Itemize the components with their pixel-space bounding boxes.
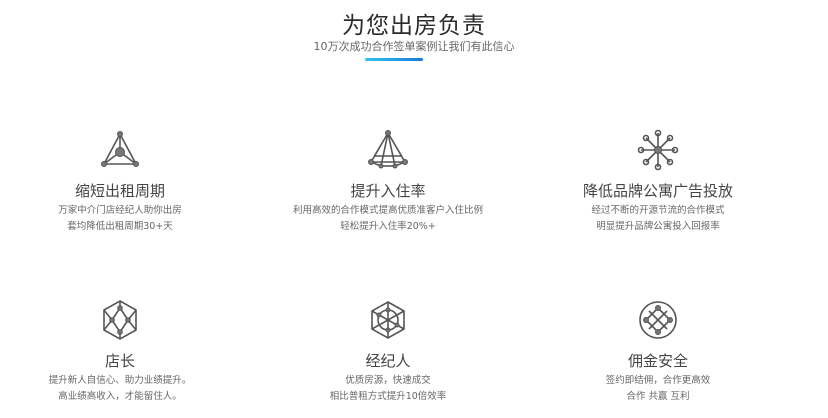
- section-subtitle: 10万次成功合作签单案例让我们有此信心: [313, 40, 515, 53]
- feature-reduce-ad-spend: 降低品牌公寓广告投放 经过不断的开源节流的合作模式 明显提升品牌公寓投入回报率: [528, 128, 788, 233]
- feature-title: 经纪人: [365, 352, 411, 370]
- feature-shorten-rental-cycle: 缩短出租周期 万家中介门店经纪人助你出房 套均降低出租周期30+天: [0, 128, 250, 233]
- section-title: 为您出房负责: [342, 13, 486, 39]
- feature-desc-line: 明显提升品牌公寓投入回报率: [596, 221, 720, 232]
- feature-desc-line: 相比普租方式提升10倍效率: [329, 391, 447, 402]
- feature-agent: 经纪人 优质房源，快速成交 相比普租方式提升10倍效率: [258, 298, 518, 403]
- feature-title: 店长: [104, 352, 135, 370]
- feature-desc-line: 经过不断的开源节流的合作模式: [591, 205, 725, 216]
- feature-desc-line: 提升新人自信心、助力业绩提升。: [48, 375, 192, 386]
- feature-commission-security: 佣金安全 签约即结佣，合作更高效 合作 共赢 互利: [528, 298, 788, 403]
- feature-raise-occupancy: 提升入住率 利用高效的合作模式提高优质准客户入住比例 轻松提升入住率20%+: [258, 128, 518, 233]
- feature-desc-line: 合作 共赢 互利: [626, 391, 690, 402]
- feature-store-manager: 店长 提升新人自信心、助力业绩提升。 高业绩高收入，才能留住人。: [0, 298, 250, 403]
- feature-desc-line: 优质房源，快速成交: [345, 375, 431, 386]
- feature-title: 佣金安全: [627, 352, 688, 370]
- pyramid-network-icon: [368, 130, 408, 169]
- feature-title: 缩短出租周期: [74, 182, 165, 200]
- feature-desc-line: 轻松提升入住率20%+: [340, 221, 436, 232]
- feature-desc-line: 高业绩高收入，才能留住人。: [58, 391, 182, 402]
- hexagon-network-icon: [103, 300, 137, 340]
- circle-network-icon: [639, 301, 677, 339]
- feature-title: 降低品牌公寓广告投放: [582, 182, 733, 200]
- hub-network-icon: [637, 129, 679, 171]
- title-underline: [365, 58, 423, 61]
- feature-desc-line: 签约即结佣，合作更高效: [605, 375, 711, 386]
- feature-title: 提升入住率: [350, 182, 426, 200]
- triangle-network-icon: [101, 131, 139, 167]
- hexagon-circle-icon: [371, 301, 405, 339]
- feature-desc-line: 套均降低出租周期30+天: [67, 221, 173, 232]
- feature-desc-line: 利用高效的合作模式提高优质准客户入住比例: [292, 205, 483, 216]
- feature-desc-line: 万家中介门店经纪人助你出房: [58, 205, 182, 216]
